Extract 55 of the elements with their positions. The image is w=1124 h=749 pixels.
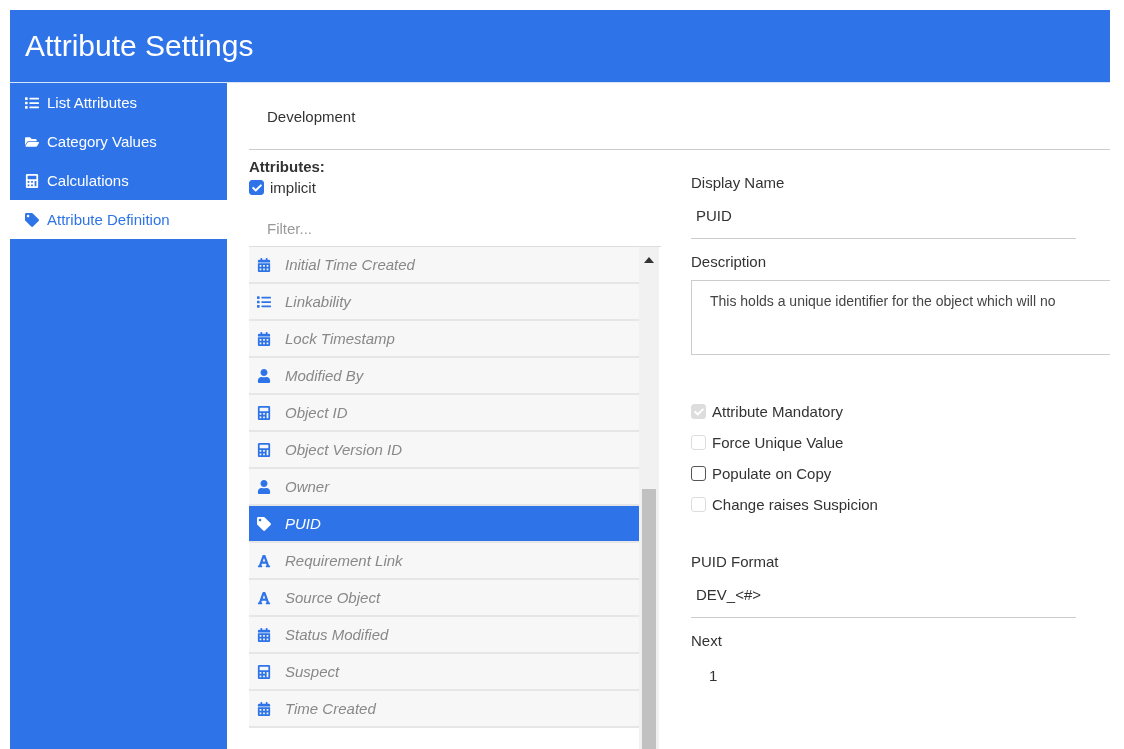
field-label: Next: [691, 632, 723, 649]
attribute-list-item[interactable]: Suspect: [249, 654, 639, 691]
checkbox-label: implicit: [270, 179, 316, 196]
tag-icon: [257, 516, 271, 531]
checkbox-label: Force Unique Value: [712, 434, 844, 451]
sidebar-item[interactable]: List Attributes: [10, 83, 227, 122]
sidebar-item[interactable]: Calculations: [10, 161, 227, 200]
list-icon: [257, 294, 271, 309]
user-icon: [257, 479, 271, 494]
calendar-icon: [257, 257, 271, 272]
checkbox[interactable]: [691, 466, 706, 481]
calculator-icon: [25, 173, 39, 188]
attribute-list-item[interactable]: Object ID: [249, 395, 639, 432]
folder-icon: [25, 134, 39, 149]
sidebar-item[interactable]: Category Values: [10, 122, 227, 161]
attribute-list-item[interactable]: Requirement Link: [249, 543, 639, 580]
breadcrumb: Development: [267, 107, 356, 125]
field-label: Display Name: [691, 174, 786, 191]
calculator-icon: [257, 442, 271, 457]
letter-icon: [257, 553, 271, 568]
list-icon: [25, 95, 39, 110]
letter-icon: [257, 590, 271, 605]
input-field[interactable]: DEV_<#>: [691, 570, 1076, 618]
attribute-list-item[interactable]: PUID: [249, 506, 639, 543]
input-field[interactable]: PUID: [691, 191, 1076, 239]
calendar-icon: [257, 331, 271, 346]
calendar-icon: [257, 701, 271, 716]
attribute-list-item[interactable]: Source Object: [249, 580, 639, 617]
tag-icon: [25, 212, 39, 227]
window-title: Attribute Settings: [25, 29, 254, 63]
field-label: Description: [691, 253, 768, 270]
attributes-heading: Attributes:: [249, 158, 326, 175]
checkbox-label: Change raises Suspicion: [712, 496, 878, 513]
attribute-list-item[interactable]: Status Modified: [249, 617, 639, 654]
attribute-list-item[interactable]: Time Created: [249, 691, 639, 728]
attribute-list-item[interactable]: Object Version ID: [249, 432, 639, 469]
user-icon: [257, 368, 271, 383]
attribute-list-item[interactable]: Initial Time Created: [249, 247, 639, 284]
scrollbar-thumb[interactable]: [642, 489, 656, 749]
calendar-icon: [257, 627, 271, 642]
checkbox-label: Populate on Copy: [712, 465, 832, 482]
attribute-list-item[interactable]: Lock Timestamp: [249, 321, 639, 358]
input-field[interactable]: 1: [691, 649, 1110, 684]
attribute-list-item[interactable]: Owner: [249, 469, 639, 506]
attribute-list-item[interactable]: Linkability: [249, 284, 639, 321]
attribute-list-item[interactable]: Modified By: [249, 358, 639, 395]
calculator-icon: [257, 405, 271, 420]
checkbox-label: Attribute Mandatory: [712, 403, 843, 420]
description-field[interactable]: This holds a unique identifier for the object which will no: [691, 280, 1110, 355]
sidebar-item[interactable]: Attribute Definition: [10, 200, 227, 239]
checkbox[interactable]: [249, 180, 264, 195]
scroll-up-icon[interactable]: [644, 257, 654, 263]
calculator-icon: [257, 664, 271, 679]
scrollbar[interactable]: [639, 247, 659, 749]
field-label: PUID Format: [691, 553, 780, 570]
